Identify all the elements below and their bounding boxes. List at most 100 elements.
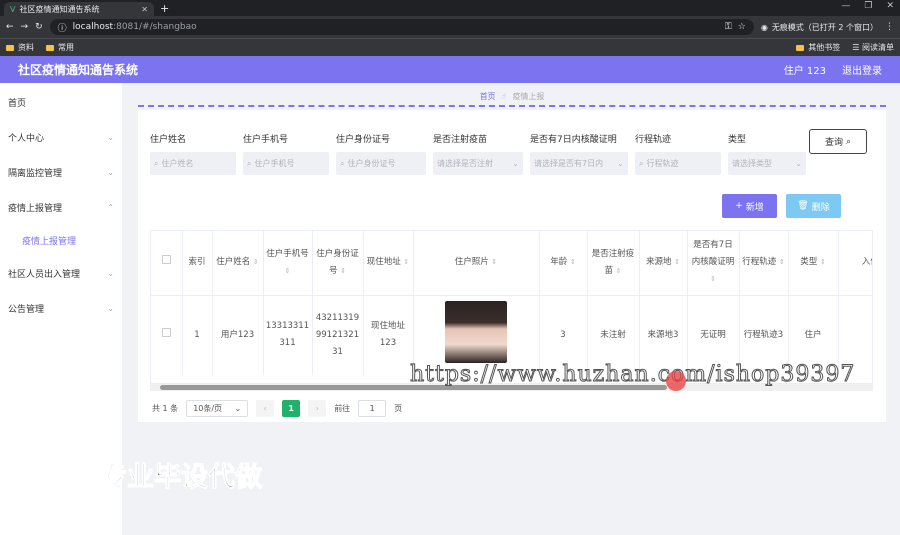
next-page-button[interactable]: ›: [308, 400, 327, 417]
sort-icon: ⇕: [284, 266, 291, 275]
breadcrumb-home[interactable]: 首页: [480, 91, 496, 102]
filter-name: 住户姓名 ⌕ 住户姓名: [150, 132, 236, 175]
filter-nucleic: 是否有7日内核酸证明 请选择是否有7日内 ⌄: [530, 132, 628, 175]
key-icon[interactable]: ⚿: [725, 22, 732, 32]
url-host: localhost: [72, 22, 114, 32]
delete-button[interactable]: 🗑 删除: [786, 194, 841, 218]
sidebar-item-quarantine[interactable]: 隔离监控管理 ⌄: [0, 155, 122, 190]
filter-phone: 住户手机号 ⌕ 住户手机号: [243, 132, 329, 175]
window-controls: — ❐ ✕: [841, 1, 894, 11]
col-header-idcard[interactable]: 住户身份证号 ⇕: [312, 231, 364, 296]
sidebar-item-profile[interactable]: 个人中心 ⌄: [0, 120, 122, 155]
filter-bar: 住户姓名 ⌕ 住户姓名 住户手机号 ⌕ 住户手机号 住户身份证号 ⌕ 住户身份证号 是否注射…: [150, 110, 874, 175]
cell-address: 现住地址123: [363, 295, 414, 375]
report-card: 住户姓名 ⌕ 住户姓名 住户手机号 ⌕ 住户手机号 住户身份证号 ⌕ 住户身份证号 是否注射…: [138, 110, 886, 422]
promo-overlay-text: 专业毕设代做: [100, 462, 263, 494]
sort-icon: ⇕: [491, 258, 498, 267]
chevron-down-icon: ⌄: [617, 159, 624, 168]
query-button[interactable]: 查询 ⌕: [809, 129, 867, 154]
add-button[interactable]: + 新增: [722, 194, 777, 218]
sort-icon: ⇕: [615, 266, 622, 275]
other-bookmarks[interactable]: 其他书签: [796, 42, 840, 53]
page-number[interactable]: 1: [282, 400, 301, 417]
mouse-cursor-highlight: [666, 371, 686, 391]
restore-icon[interactable]: ❐: [864, 1, 872, 11]
close-window-icon[interactable]: ✕: [886, 1, 894, 11]
star-icon[interactable]: ☆: [738, 22, 746, 32]
chevron-down-icon: ⌄: [107, 269, 114, 278]
folder-icon: [46, 44, 54, 51]
reading-list-icon: ☰: [852, 43, 862, 52]
pagination: 共 1 条 10条/页 ⌄ ‹ 1 › 前往 1 页: [152, 400, 402, 417]
col-header-name[interactable]: 住户姓名 ⇕: [212, 231, 264, 296]
address-bar[interactable]: ⓘ localhost:8081/#/shangbao ⚿ ☆: [49, 19, 754, 35]
reload-icon[interactable]: ↻: [35, 22, 43, 32]
browser-tab-title: 社区疫情通知通告系统: [19, 4, 100, 14]
col-header-trace[interactable]: 行程轨迹 ⇕: [739, 231, 789, 296]
type-select[interactable]: 请选择类型 ⌄: [728, 152, 806, 175]
search-icon: ⌕: [247, 158, 252, 168]
prev-page-button[interactable]: ‹: [256, 400, 275, 417]
goto-label: 前往: [334, 404, 351, 413]
app-header: 社区疫情通知通告系统 住户 123 退出登录: [0, 56, 900, 83]
col-header-photo[interactable]: 住户照片 ⇕: [413, 231, 540, 296]
watermark-text: https://www.huzhan.com/ishop39397: [409, 362, 856, 388]
search-icon: ⌕: [845, 136, 852, 147]
bookmark-folder[interactable]: 常用: [46, 42, 74, 53]
chevron-down-icon: ⌄: [107, 133, 114, 142]
sort-icon: ⇕: [778, 258, 785, 267]
sort-icon: ⇕: [710, 275, 716, 284]
minimize-icon[interactable]: —: [841, 1, 850, 11]
new-tab-icon[interactable]: +: [160, 2, 169, 16]
resident-photo: [445, 300, 507, 363]
name-input[interactable]: ⌕ 住户姓名: [150, 152, 236, 175]
col-header-source[interactable]: 来源地 ⇕: [639, 231, 688, 296]
page-size-select[interactable]: 10条/页 ⌄: [186, 400, 249, 417]
phone-input[interactable]: ⌕ 住户手机号: [243, 152, 329, 175]
sidebar-item-access[interactable]: 社区人员出入管理 ⌄: [0, 256, 122, 291]
sort-icon: ⇕: [340, 266, 347, 275]
browser-tab-strip: V 社区疫情通知通告系统 ✕ + — ❐ ✕: [0, 0, 900, 16]
search-icon: ⌕: [340, 158, 345, 168]
sidebar-item-home[interactable]: 首页: [0, 85, 122, 120]
row-checkbox[interactable]: [151, 295, 183, 375]
trace-input[interactable]: ⌕ 行程轨迹: [635, 152, 721, 175]
total-count: 共 1 条: [152, 404, 179, 413]
col-header-checkin[interactable]: 入住时: [838, 231, 872, 296]
data-table: 索引 住户姓名 ⇕ 住户手机号 ⇕ 住户身份证号 ⇕ 现住地址 ⇕ 住户照片 ⇕…: [150, 230, 873, 384]
sort-icon: ⇕: [819, 258, 826, 267]
sort-icon: ⇕: [569, 258, 576, 267]
logout-link[interactable]: 退出登录: [842, 62, 882, 77]
menu-icon[interactable]: ⋮: [885, 22, 894, 32]
back-icon[interactable]: ←: [6, 22, 14, 32]
col-header-type[interactable]: 类型 ⇕: [788, 231, 839, 296]
app-title: 社区疫情通知通告系统: [18, 63, 139, 77]
forward-icon[interactable]: →: [21, 22, 29, 32]
sidebar-item-report[interactable]: 疫情上报管理 ⌃: [0, 190, 122, 225]
folder-icon: [6, 44, 14, 51]
col-header-nucleic[interactable]: 是否有7日内核酸证明 ⇕: [687, 231, 740, 296]
sidebar-subitem-report[interactable]: 疫情上报管理: [0, 225, 122, 256]
goto-page-input[interactable]: 1: [358, 400, 387, 417]
plus-icon: +: [735, 201, 743, 211]
select-all-checkbox[interactable]: [151, 231, 183, 296]
idcard-input[interactable]: ⌕ 住户身份证号: [336, 152, 426, 175]
sidebar-item-notice[interactable]: 公告管理 ⌄: [0, 291, 122, 326]
search-icon: ⌕: [639, 158, 644, 168]
col-header-phone[interactable]: 住户手机号 ⇕: [263, 231, 313, 296]
cell-idcard: 432113199912132131: [312, 295, 364, 375]
chevron-down-icon: ⌄: [107, 168, 114, 177]
url-path: :8081/#/shangbao: [113, 22, 197, 32]
sort-icon: ⇕: [403, 258, 410, 267]
close-tab-icon[interactable]: ✕: [141, 5, 148, 14]
reading-list[interactable]: ☰ 阅读清单: [852, 42, 894, 53]
bookmark-folder[interactable]: 资料: [6, 42, 34, 53]
col-header-vaccine[interactable]: 是否注射疫苗 ⇕: [587, 231, 640, 296]
col-header-address[interactable]: 现住地址 ⇕: [363, 231, 414, 296]
nucleic-select[interactable]: 请选择是否有7日内 ⌄: [530, 152, 628, 175]
incognito-badge[interactable]: ◉ 无痕模式（已打开 2 个窗口）: [761, 22, 878, 33]
browser-tab[interactable]: V 社区疫情通知通告系统 ✕: [4, 2, 154, 16]
vaccine-select[interactable]: 请选择是否注射 ⌄: [433, 152, 523, 175]
col-header-age[interactable]: 年龄 ⇕: [539, 231, 588, 296]
cell-name: 用户123: [212, 295, 264, 375]
